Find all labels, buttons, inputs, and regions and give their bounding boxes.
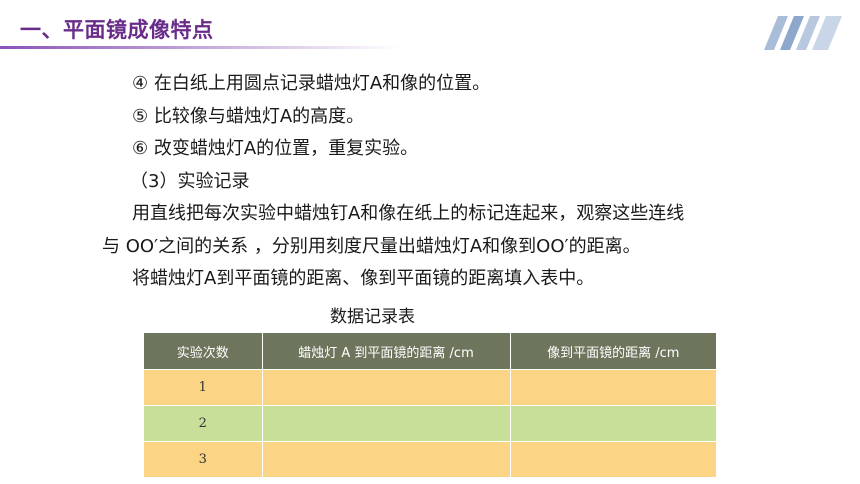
candle-distance-cell[interactable] [262,369,511,406]
table-caption: 数据记录表 [330,307,415,327]
header-image-distance: 像到平面镜的距离 /cm [510,333,716,370]
step-6: ⑥ 改变蜡烛灯A的位置，重复实验。 [132,138,419,159]
candle-distance-cell[interactable] [262,441,511,477]
header-candle-distance: 蜡烛灯 A 到平面镜的距离 /cm [262,333,511,370]
section-heading: （3）实验记录 [130,170,250,192]
header-trial: 实验次数 [144,333,263,370]
step-4: ④ 在白纸上用圆点记录蜡烛灯A和像的位置。 [132,73,491,94]
decorative-stripes-icon [764,16,842,50]
paragraph-line-3: 将蜡烛灯A到平面镜的距离、像到平面镜的距离填入表中。 [132,268,595,289]
trial-number: 1 [144,369,263,406]
table-row: 3 [144,441,716,477]
table-row: 1 [144,369,716,406]
data-record-table: 实验次数 蜡烛灯 A 到平面镜的距离 /cm 像到平面镜的距离 /cm 1 2 … [144,333,716,477]
candle-distance-cell[interactable] [262,405,511,442]
table-header-row: 实验次数 蜡烛灯 A 到平面镜的距离 /cm 像到平面镜的距离 /cm [144,333,716,370]
table-row: 2 [144,405,716,442]
trial-number: 3 [144,441,263,477]
title-underline [0,46,400,49]
image-distance-cell[interactable] [510,369,716,406]
image-distance-cell[interactable] [510,405,716,442]
step-5: ⑤ 比较像与蜡烛灯A的高度。 [132,105,365,127]
slide-title: 一、平面镜成像特点 [20,18,214,42]
trial-number: 2 [144,405,263,442]
paragraph-line-2: 与 OO′之间的关系 ，分别用刻度尺量出蜡烛灯A和像到OO′的距离。 [102,235,641,257]
instruction-text: ④ 在白纸上用圆点记录蜡烛灯A和像的位置。 ⑤ 比较像与蜡烛灯A的高度。 ⑥ 改… [102,68,822,296]
paragraph-line-1: 用直线把每次实验中蜡烛钉A和像在纸上的标记连起来，观察这些连线 [132,203,685,224]
image-distance-cell[interactable] [510,441,716,477]
